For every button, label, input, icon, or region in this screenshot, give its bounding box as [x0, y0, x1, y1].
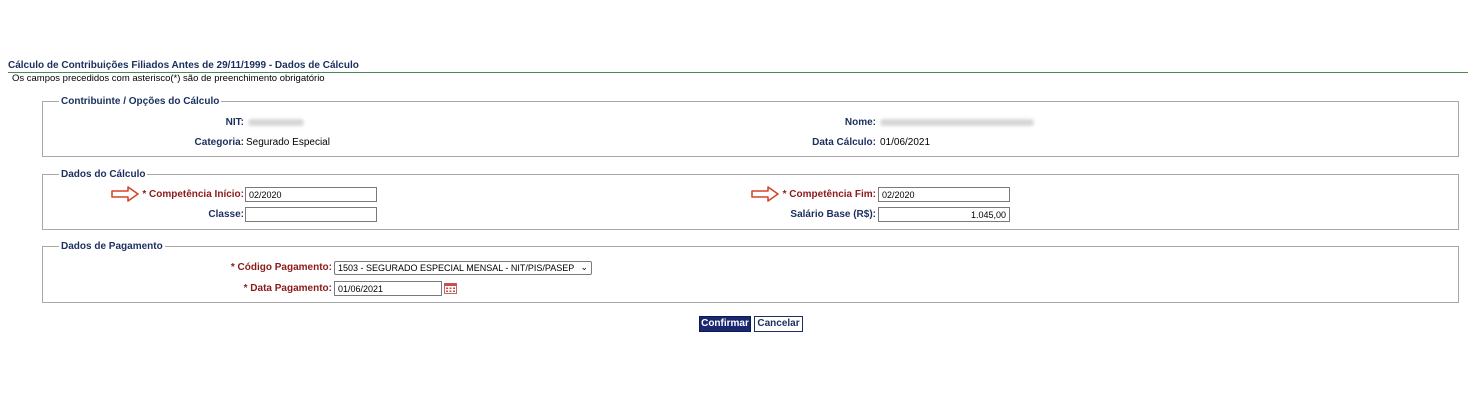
page-title: Cálculo de Contribuições Filiados Antes … — [8, 60, 359, 71]
calendar-icon[interactable] — [444, 282, 457, 294]
data-pagamento-input[interactable] — [334, 281, 442, 296]
categoria-value: Segurado Especial — [246, 137, 330, 148]
right-arrow-icon — [751, 186, 779, 202]
chevron-down-icon: ⌄ — [580, 262, 588, 272]
classe-label: Classe: — [208, 209, 244, 220]
nome-value-redacted — [880, 119, 1034, 126]
data-calculo-label: Data Cálculo: — [812, 137, 876, 148]
competencia-inicio-input[interactable] — [245, 187, 377, 202]
data-pagamento-label: * Data Pagamento: — [243, 283, 332, 294]
competencia-fim-label: * Competência Fim: — [782, 189, 876, 200]
nome-label: Nome: — [844, 117, 876, 128]
confirm-button[interactable]: Confirmar — [699, 316, 751, 332]
competencia-fim-input[interactable] — [878, 187, 1010, 202]
competencia-inicio-label: * Competência Início: — [142, 189, 244, 200]
right-arrow-icon — [111, 186, 139, 202]
codigo-pagamento-select[interactable]: 1503 - SEGURADO ESPECIAL MENSAL - NIT/PI… — [334, 261, 592, 275]
nit-value-redacted — [248, 119, 304, 126]
classe-input[interactable] — [245, 207, 377, 222]
categoria-label: Categoria: — [194, 137, 244, 148]
salario-base-input[interactable] — [878, 207, 1010, 222]
contribuinte-legend: Contribuinte / Opções do Cálculo — [61, 96, 220, 107]
nit-label: NIT: — [225, 117, 244, 128]
codigo-pagamento-selected: 1503 - SEGURADO ESPECIAL MENSAL - NIT/PI… — [338, 263, 575, 273]
dados-pagamento-legend: Dados de Pagamento — [61, 241, 163, 252]
dados-calculo-legend: Dados do Cálculo — [61, 169, 146, 180]
page-subtitle: Os campos precedidos com asterisco(*) sã… — [12, 73, 325, 84]
data-calculo-value: 01/06/2021 — [880, 137, 931, 148]
salario-base-label: Salário Base (R$): — [790, 209, 876, 220]
codigo-pagamento-label: * Código Pagamento: — [230, 262, 332, 273]
cancel-button[interactable]: Cancelar — [754, 316, 803, 332]
